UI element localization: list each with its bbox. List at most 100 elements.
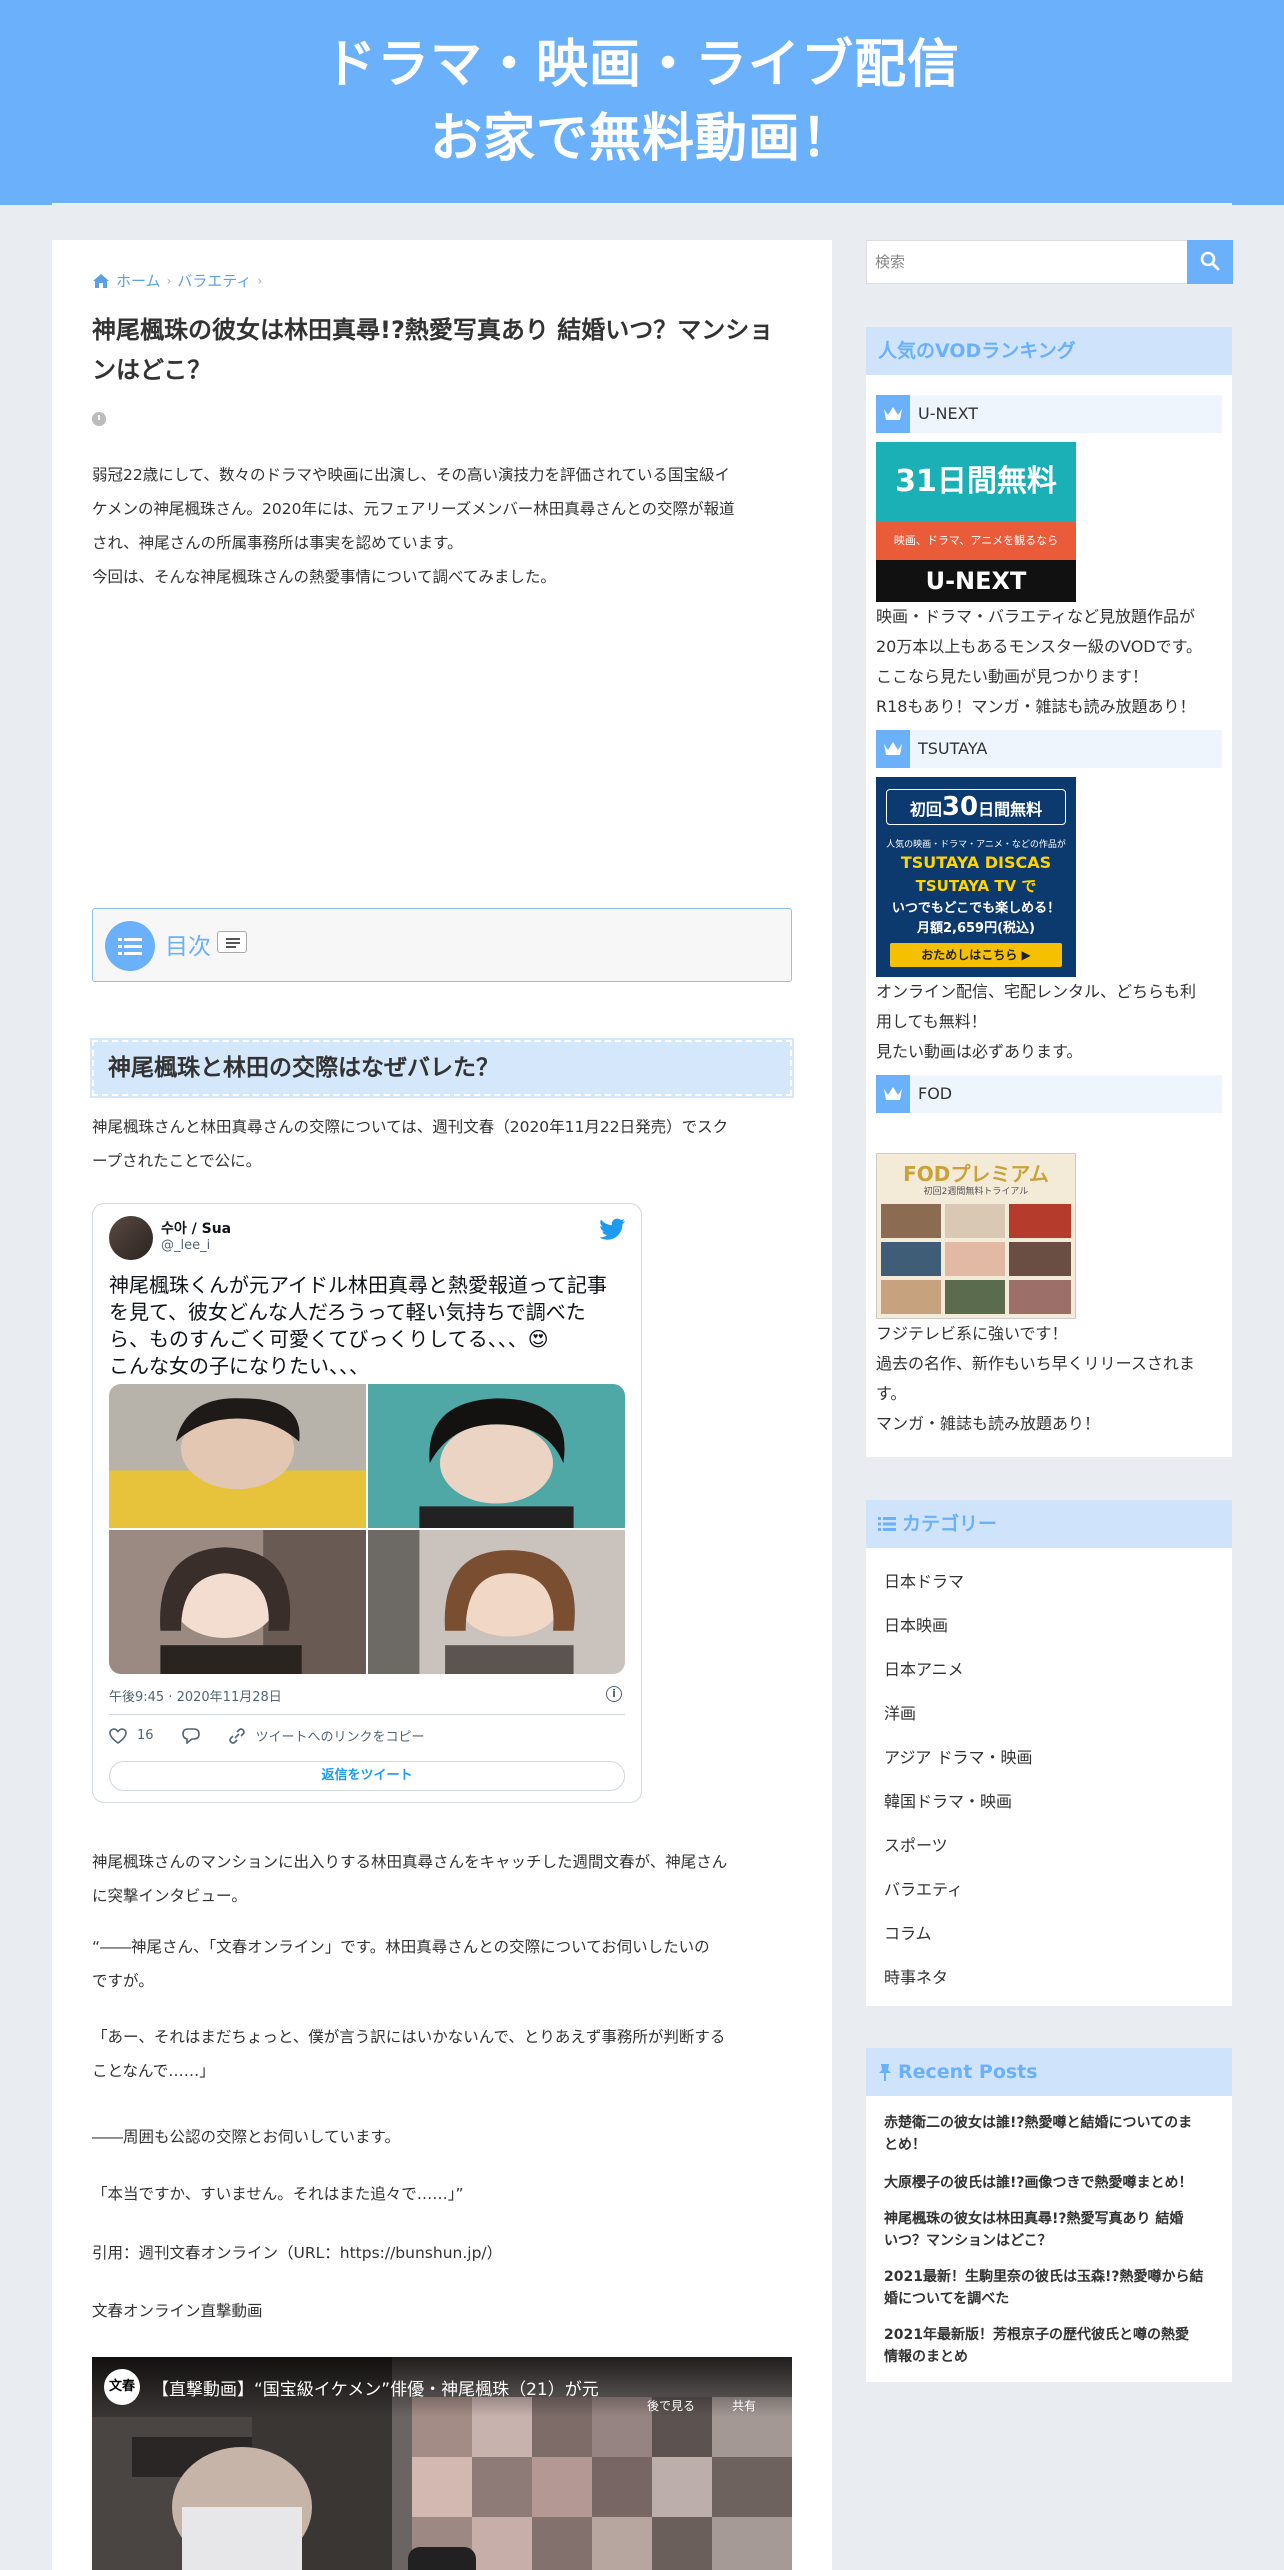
channel-logo[interactable]: 文春 [104, 2369, 140, 2405]
recent-post-line: いつ？マンションはどこ？ [884, 2233, 1052, 2249]
search-input[interactable] [867, 241, 1187, 283]
category-link[interactable]: 時事ネタ [884, 1964, 948, 1988]
search-icon [1200, 251, 1220, 270]
banner-cta-button[interactable]: おためしはこちら ▶ [890, 943, 1062, 967]
paragraph: “――神尾さん、「文春オンライン」です。林田真尋さんとの交際についてお伺いしたい… [92, 1930, 797, 1998]
watch-later-button[interactable]: 後で見る [647, 2397, 695, 2414]
recent-post-line: 2021最新！生駒里奈の彼氏は玉森!?熱愛噂から結 [884, 2269, 1204, 2285]
tweet-text-line: 神尾楓珠くんが元アイドル林田真尋と熱愛報道って記事 [109, 1273, 607, 1297]
recent-post-line: とめ！ [884, 2137, 926, 2153]
intro-line: 弱冠22歳にして、数々のドラマや映画に出演し、その高い演技力を評価されている国宝… [92, 466, 731, 484]
category-link[interactable]: コラム [884, 1920, 932, 1944]
video-embed[interactable]: 文春 【直撃動画】“国宝級イケメン”俳優・神尾楓珠（21）が元 後で見る 共有 [92, 2357, 792, 2570]
site-title[interactable]: ドラマ・映画・ライブ配信 お家で無料動画！ [0, 28, 1284, 176]
widget-title: Recent Posts [866, 2048, 1232, 2096]
desc-line: ここなら見たい動画が見つかります！ [876, 667, 1149, 686]
link-icon[interactable] [228, 1727, 246, 1744]
intro-line: され、神尾さんの所属事務所は事実を認めています。 [92, 534, 463, 552]
widget-title-text: カテゴリー [902, 1513, 998, 1535]
recent-post-link[interactable]: 神尾楓珠の彼女は林田真尋!?熱愛写真あり 結婚 いつ？マンションはどこ？ [884, 2208, 1219, 2252]
paragraph: 神尾楓珠さんと林田真尋さんの交際については、週刊文春（2020年11月22日発売… [92, 1110, 797, 1178]
tweet-photo[interactable] [109, 1384, 366, 1528]
banner-headline: 初回30日間無料 [886, 789, 1066, 825]
main-content: ホーム › バラエティ › 神尾楓珠の彼女は林田真尋!?熱愛写真あり 結婚いつ？… [52, 240, 832, 2570]
heart-icon[interactable] [109, 1727, 127, 1744]
tweet-text-line: を見て、彼女どんな人だろうって軽い気持ちで調べた [109, 1300, 586, 1324]
recent-post-link[interactable]: 赤楚衛二の彼女は誰!?熱愛噂と結婚についてのま とめ！ [884, 2112, 1219, 2156]
crown-icon [876, 1075, 910, 1113]
recent-post-link[interactable]: 2021最新！生駒里奈の彼氏は玉森!?熱愛噂から結 婚についてを調べた [884, 2266, 1219, 2310]
category-link[interactable]: 日本ドラマ [884, 1568, 964, 1592]
toc-toggle-button[interactable] [217, 931, 247, 953]
pin-icon [879, 2064, 891, 2081]
intro-line: ケメンの神尾楓珠さん。2020年には、元フェアリーズメンバー林田真尋さんとの交際… [92, 500, 735, 518]
ranking-item-fod[interactable]: FOD [876, 1075, 1222, 1113]
breadcrumb-category-link[interactable]: バラエティ [177, 270, 251, 291]
tweet-author-handle[interactable]: @_lee_i [161, 1238, 210, 1253]
tweet-photo[interactable] [109, 1530, 366, 1674]
video-title[interactable]: 【直撃動画】“国宝級イケメン”俳優・神尾楓珠（21）が元 [152, 2375, 622, 2400]
category-link[interactable]: バラエティ [884, 1876, 963, 1900]
share-button[interactable]: 共有 [732, 2397, 756, 2414]
paragraph: 文春オンライン直撃動画 [92, 2302, 263, 2320]
vod-ranking-widget: 人気のVODランキング U-NEXT 31日間無料 映画、ドラマ、アニメを観るな… [866, 327, 1232, 1457]
search-form [866, 240, 1233, 284]
category-link[interactable]: 洋画 [884, 1700, 916, 1724]
tweet-actions: 16 ツイートへのリンクをコピー [109, 1726, 425, 1745]
tweet-photo[interactable] [368, 1384, 625, 1528]
recent-posts-widget: Recent Posts 赤楚衛二の彼女は誰!?熱愛噂と結婚についてのま とめ！… [866, 2048, 1232, 2382]
tweet-photo[interactable] [368, 1530, 625, 1674]
tweet-timestamp[interactable]: 午後9:45 · 2020年11月28日 [109, 1686, 282, 1705]
tweet-text-line: ら、ものすんごく可愛くてびっくりしてる、、、😍 [109, 1327, 549, 1351]
paragraph-line: 神尾楓珠さんと林田真尋さんの交際については、週刊文春（2020年11月22日発売… [92, 1118, 729, 1136]
paragraph: ――周囲も公認の交際とお伺いしています。 [92, 2128, 400, 2146]
ranking-item-tsutaya[interactable]: TSUTAYA [876, 730, 1222, 768]
copy-link-button[interactable]: ツイートへのリンクをコピー [256, 1726, 425, 1745]
desc-line: 用しても無料！ [876, 1012, 987, 1031]
banner-text: TSUTAYA TV で [915, 877, 1037, 895]
avatar[interactable] [109, 1216, 153, 1260]
breadcrumb-home-link[interactable]: ホーム [116, 270, 161, 291]
widget-title: カテゴリー [866, 1500, 1232, 1548]
reply-icon[interactable] [181, 1727, 200, 1744]
tweet-text: 神尾楓珠くんが元アイドル林田真尋と熱愛報道って記事 を見て、彼女どんな人だろうっ… [109, 1272, 629, 1380]
category-link[interactable]: 韓国ドラマ・映画 [884, 1788, 1012, 1812]
reply-tweet-button[interactable]: 返信をツイート [109, 1761, 625, 1791]
category-link[interactable]: 日本映画 [884, 1612, 948, 1636]
ranking-item-unext[interactable]: U-NEXT [876, 395, 1222, 433]
paragraph-line: ことなんで……」 [92, 2062, 215, 2080]
ranking-name: FOD [918, 1084, 953, 1103]
category-link[interactable]: 日本アニメ [884, 1656, 964, 1680]
category-widget: カテゴリー 日本ドラマ 日本映画 日本アニメ 洋画 アジア ドラマ・映画 韓国ド… [866, 1500, 1232, 2006]
paragraph-line: 神尾楓珠さんのマンションに出入りする林田真尋さんをキャッチした週間文春が、神尾さ… [92, 1853, 728, 1871]
table-of-contents: 目次 [92, 908, 792, 982]
intro-line: 今回は、そんな神尾楓珠さんの熱愛事情について調べてみました。 [92, 568, 556, 586]
category-link[interactable]: スポーツ [884, 1832, 948, 1856]
category-link[interactable]: アジア ドラマ・映画 [884, 1744, 1032, 1768]
info-icon[interactable]: i [606, 1686, 622, 1702]
widget-title-text: Recent Posts [898, 2061, 1038, 2083]
clock-icon [92, 412, 106, 426]
twitter-bird-icon[interactable] [600, 1218, 626, 1240]
search-button[interactable] [1187, 240, 1233, 284]
article-intro: 弱冠22歳にして、数々のドラマや映画に出演し、その高い演技力を評価されている国宝… [92, 458, 797, 594]
tsutaya-banner[interactable]: 初回30日間無料 人気の映画・ドラマ・アニメ・などの作品が TSUTAYA DI… [876, 777, 1076, 977]
recent-post-line: 婚についてを調べた [884, 2291, 1010, 2307]
recent-post-link[interactable]: 大原櫻子の彼氏は誰!?画像つきで熱愛噂まとめ！ [884, 2172, 1219, 2194]
fod-banner[interactable]: FODプレミアム 初回2週間無料トライアル [876, 1153, 1076, 1319]
banner-text: いつでもどこでも楽しめる！ [891, 901, 1061, 916]
play-icon[interactable] [408, 2547, 476, 2570]
desc-line: R18もあり！マンガ・雑誌も読み放題あり！ [876, 697, 1196, 716]
embedded-tweet: 수아 / Sua @_lee_i 神尾楓珠くんが元アイドル林田真尋と熱愛報道って… [92, 1203, 642, 1803]
unext-banner[interactable]: 31日間無料 映画、ドラマ、アニメを観るなら U-NEXT [876, 442, 1076, 602]
desc-line: 過去の名作、新作もいち早くリリースされま [876, 1354, 1195, 1373]
recent-post-link[interactable]: 2021年最新版！芳根京子の歴代彼氏と噂の熱愛 情報のまとめ [884, 2324, 1219, 2368]
paragraph: 神尾楓珠さんのマンションに出入りする林田真尋さんをキャッチした週間文春が、神尾さ… [92, 1845, 797, 1913]
ranking-name: U-NEXT [918, 404, 979, 423]
crown-icon [876, 730, 910, 768]
tweet-author-name[interactable]: 수아 / Sua [161, 1218, 231, 1238]
banner-text: TSUTAYA DISCAS [900, 853, 1052, 872]
header-rule [52, 203, 1232, 205]
toc-label: 目次 [165, 934, 211, 960]
recent-post-line: 大原櫻子の彼氏は誰!?画像つきで熱愛噂まとめ！ [884, 2175, 1193, 2191]
